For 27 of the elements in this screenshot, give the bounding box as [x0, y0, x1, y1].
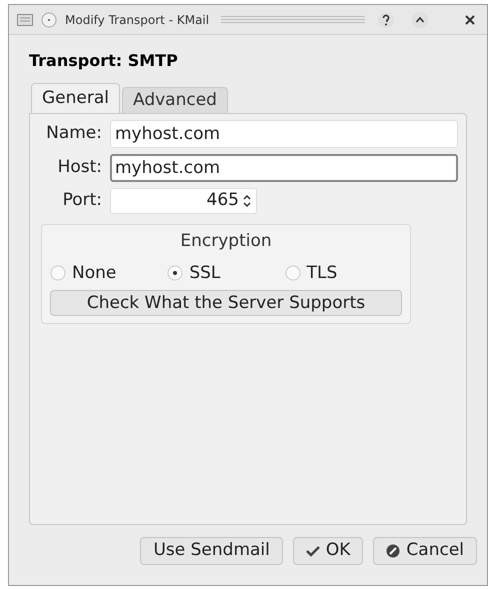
dialog-button[interactable]: Cancel — [373, 537, 477, 565]
group-title: Encryption — [180, 230, 272, 253]
text-field[interactable]: myhost.com — [110, 154, 458, 182]
maximize-icon[interactable] — [411, 10, 429, 28]
radio-icon[interactable] — [50, 265, 66, 282]
window-menu-icon[interactable] — [17, 14, 33, 26]
dialog-button[interactable]: OK — [292, 537, 364, 565]
radio-selected-icon[interactable] — [167, 265, 184, 282]
field-label: Host: — [56, 156, 103, 180]
checkmark-icon — [306, 545, 320, 557]
tab[interactable]: Advanced — [122, 87, 228, 113]
text-field[interactable]: myhost.com — [110, 120, 458, 148]
port-spinbox[interactable]: 465 — [110, 188, 257, 214]
cancel-icon — [386, 544, 400, 558]
dialog-button[interactable]: Use Sendmail — [140, 537, 283, 565]
help-icon[interactable] — [377, 10, 395, 28]
window-title: Modify Transport - KMail — [65, 12, 210, 28]
spin-arrows-icon[interactable] — [242, 193, 252, 209]
field-label: Name: — [45, 122, 103, 146]
tab[interactable]: General — [31, 83, 120, 113]
radio-label[interactable]: SSL — [189, 260, 220, 286]
radio-label[interactable]: None — [72, 260, 116, 286]
radio-icon[interactable] — [284, 265, 301, 282]
dialog-heading: Transport: SMTP — [29, 50, 179, 72]
port-label: Port: — [62, 189, 103, 212]
radio-label[interactable]: TLS — [306, 260, 338, 286]
check-server-button[interactable]: Check What the Server Supports — [50, 290, 402, 316]
